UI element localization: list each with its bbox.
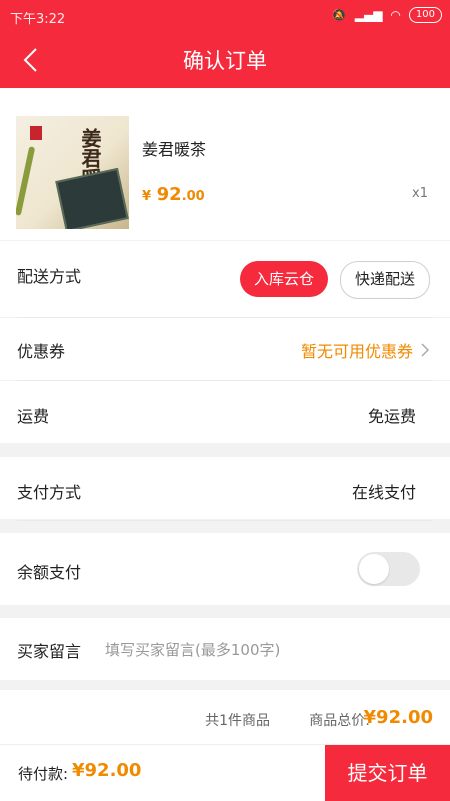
- mute-icon: 🔕: [331, 8, 347, 22]
- page-title: 确认订单: [183, 49, 267, 73]
- payment-label: 支付方式: [17, 483, 82, 502]
- payment-value: 在线支付: [351, 483, 416, 502]
- price-symbol: ¥: [142, 189, 152, 204]
- shipping-value: 免运费: [367, 407, 416, 426]
- status-time: 下午3:22: [10, 12, 66, 27]
- amount-due-label: 待付款:: [18, 765, 69, 783]
- status-bar: 下午3:22 🔕 ▂▄▆ ◠ 100: [0, 0, 450, 32]
- battery-icon: 100: [408, 7, 442, 23]
- chevron-right-icon: [421, 343, 430, 357]
- delivery-option-cloud-warehouse[interactable]: 入库云仓: [240, 261, 328, 297]
- total-label: 商品总价:: [309, 713, 370, 729]
- coupon-row[interactable]: 优惠券 暂无可用优惠券: [0, 318, 450, 380]
- seal-mark: [30, 126, 42, 140]
- navbar: 确认订单: [0, 32, 450, 88]
- note-label: 买家留言: [17, 642, 82, 661]
- amount-due: ¥92.00: [72, 760, 142, 781]
- balance-toggle[interactable]: [357, 552, 420, 586]
- price-decimal: .00: [181, 189, 205, 204]
- note-input[interactable]: [103, 638, 427, 662]
- shipping-label: 运费: [17, 407, 50, 426]
- note-row: 买家留言: [0, 618, 450, 680]
- product-name: 姜君暖茶: [142, 140, 207, 159]
- product-card: 姜君暖茶 姜君暖茶 ¥ 92.00 x1: [0, 88, 450, 240]
- coupon-label: 优惠券: [17, 342, 66, 361]
- status-icons: 🔕 ▂▄▆ ◠ 100: [332, 7, 442, 23]
- price-integer: 92: [156, 184, 182, 205]
- submit-order-button[interactable]: 提交订单: [325, 745, 450, 801]
- checkout-bar: 待付款: ¥92.00 提交订单: [0, 744, 450, 801]
- divider: [17, 520, 433, 521]
- leaf-decoration: [16, 146, 36, 216]
- product-quantity: x1: [412, 186, 428, 201]
- summary-row: 共1件商品 商品总价: ¥92.00: [0, 690, 450, 744]
- wifi-icon: ◠: [390, 8, 401, 22]
- coupon-value: 暂无可用优惠券: [300, 342, 413, 361]
- product-image[interactable]: 姜君暖茶: [16, 116, 129, 229]
- delivery-label: 配送方式: [17, 267, 82, 286]
- delivery-option-express[interactable]: 快递配送: [340, 261, 430, 299]
- product-price: ¥ 92.00: [142, 184, 205, 205]
- delivery-row: 配送方式 入库云仓 快递配送: [0, 241, 450, 317]
- payment-row[interactable]: 支付方式 在线支付: [0, 457, 450, 519]
- balance-row: 余额支付: [0, 533, 450, 605]
- item-count: 共1件商品: [205, 713, 270, 729]
- balance-label: 余额支付: [17, 563, 82, 582]
- total-price: ¥92.00: [363, 707, 433, 728]
- signal-icon: ▂▄▆: [354, 8, 383, 22]
- toggle-knob: [359, 554, 389, 584]
- shipping-row: 运费 免运费: [0, 381, 450, 443]
